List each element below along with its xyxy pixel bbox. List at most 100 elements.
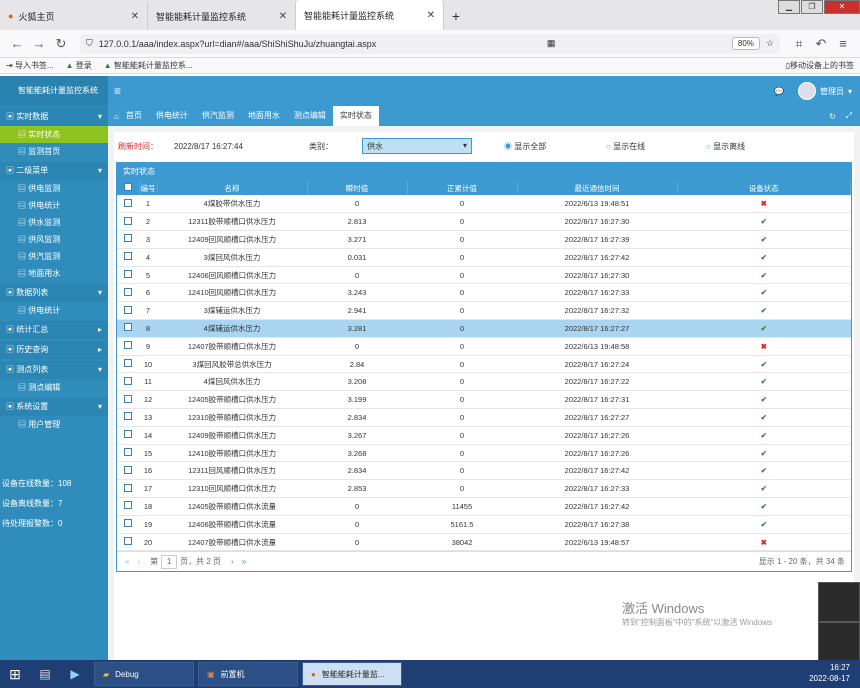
taskbar-item[interactable]: ▰ Debug: [94, 662, 194, 686]
page-input[interactable]: 1: [161, 554, 178, 569]
radio-offline[interactable]: ○ 显示离线: [706, 141, 745, 152]
powershell-icon[interactable]: ▶: [60, 667, 90, 681]
server-manager-icon[interactable]: ▤: [30, 667, 60, 681]
table-row[interactable]: 10 3煤回风胶带总供水压力 2.84 0 2022/8/17 16:27:24 ✔: [117, 355, 851, 374]
page-tab[interactable]: 测点编辑: [287, 106, 333, 126]
header-checkbox[interactable]: [117, 181, 140, 195]
table-row[interactable]: 4 3煤回风供水压力 0.031 0 2022/8/17 16:27:42 ✔: [117, 248, 851, 267]
refresh-icon[interactable]: ↻: [829, 112, 836, 121]
url-bar[interactable]: ⛉ 127.0.0.1/aaa/index.aspx?url=dian#/aaa…: [80, 33, 780, 54]
prev-page-icon[interactable]: ‹: [137, 557, 140, 566]
back-icon[interactable]: ←: [6, 36, 28, 51]
sidebar-item[interactable]: ▤ 供汽监测: [0, 248, 108, 265]
page-tab[interactable]: 首页: [119, 106, 149, 126]
row-checkbox[interactable]: [117, 248, 139, 267]
row-checkbox[interactable]: [117, 301, 139, 321]
sidebar-section[interactable]: ▣ 测点列表 ▾: [0, 361, 108, 379]
sidebar-item[interactable]: ▤ 供水监测: [0, 214, 108, 231]
table-row[interactable]: 11 4煤回风供水压力 3.208 0 2022/8/17 16:27:22 ✔: [117, 372, 851, 392]
restore-button[interactable]: ❐: [801, 0, 823, 14]
first-page-icon[interactable]: «: [125, 557, 129, 566]
close-window-button[interactable]: ✕: [824, 0, 860, 14]
table-row[interactable]: 16 12311回风顺槽口供水压力 2.834 0 2022/8/17 16:27:42…: [117, 461, 851, 481]
row-checkbox[interactable]: [117, 355, 139, 374]
bookmark-system[interactable]: ▲ 智能能耗计量监控系...: [104, 60, 193, 71]
table-row[interactable]: 14 12409胶带顺槽口供水压力 3.267 0 2022/8/17 16:27:26…: [117, 426, 851, 445]
side-widget[interactable]: [818, 582, 860, 622]
qr-icon[interactable]: ▦: [547, 38, 556, 49]
radio-all[interactable]: ◉ 显示全部: [504, 141, 546, 152]
sidebar-section[interactable]: ▣ 统计汇总 ▸: [0, 321, 108, 339]
table-row[interactable]: 7 3煤辅运供水压力 2.941 0 2022/8/17 16:27:32 ✔: [117, 301, 851, 321]
table-row[interactable]: 20 12407胶带顺槽口供水流量 0 38042 2022/6/13 19:48:57…: [117, 533, 851, 552]
side-widget[interactable]: [818, 622, 860, 662]
table-row[interactable]: 3 12409回风顺槽口供水压力 3.271 0 2022/8/17 16:27:39 ✔: [117, 230, 851, 249]
row-checkbox[interactable]: [117, 372, 139, 392]
sidebar-item[interactable]: ▤ 用户管理: [0, 416, 108, 433]
browser-tab[interactable]: ● 火狐主页 ✕: [0, 2, 148, 30]
row-checkbox[interactable]: [117, 479, 139, 499]
row-checkbox[interactable]: [117, 426, 139, 445]
bookmark-import[interactable]: ⇥ 导入书签...: [6, 60, 54, 71]
close-tab-icon[interactable]: ✕: [131, 11, 139, 22]
category-select[interactable]: 供水 ▾: [362, 138, 472, 154]
row-checkbox[interactable]: [117, 195, 139, 214]
taskbar-item-active[interactable]: ● 智能能耗计量监...: [302, 662, 402, 686]
system-clock[interactable]: 16:27 2022-08-17: [809, 662, 850, 684]
fullscreen-icon[interactable]: ⤢: [846, 111, 852, 121]
sidebar-section[interactable]: ▣ 二级菜单 ▾: [0, 162, 108, 180]
row-checkbox[interactable]: [117, 408, 139, 427]
hamburger-icon[interactable]: ≡: [114, 84, 121, 98]
sidebar-section[interactable]: ▣ 系统设置 ▾: [0, 398, 108, 416]
row-checkbox[interactable]: [117, 515, 139, 534]
sidebar-item[interactable]: ▤ 测点编辑: [0, 379, 108, 396]
new-tab-button[interactable]: +: [444, 2, 468, 30]
table-row[interactable]: 8 4煤辅运供水压力 3.281 0 2022/8/17 16:27:27 ✔: [117, 319, 851, 338]
minimize-button[interactable]: ▁: [778, 0, 800, 14]
row-checkbox[interactable]: [117, 212, 139, 232]
row-checkbox[interactable]: [117, 283, 139, 303]
table-row[interactable]: 13 12310胶带顺槽口供水压力 2.834 0 2022/8/17 16:27:27…: [117, 408, 851, 427]
last-page-icon[interactable]: »: [242, 557, 246, 566]
sidebar-item[interactable]: ▤ 地面用水: [0, 265, 108, 282]
browser-tab-active[interactable]: 智能能耗计量监控系统 ✕: [296, 0, 444, 30]
browser-tab[interactable]: 智能能耗计量监控系统 ✕: [148, 2, 296, 30]
sidebar-section[interactable]: ▣ 数据列表 ▾: [0, 284, 108, 302]
start-button-icon[interactable]: ⊞: [0, 666, 30, 683]
page-tab[interactable]: 地面用水: [241, 106, 287, 126]
table-row[interactable]: 1 4煤胶带供水压力 0 0 2022/6/13 19:48:51 ✖: [117, 195, 851, 214]
row-checkbox[interactable]: [117, 266, 139, 285]
table-row[interactable]: 5 12406回风顺槽口供水压力 0 0 2022/8/17 16:27:30 ✔: [117, 266, 851, 285]
sidebar-item[interactable]: ▤ 实时状态: [0, 126, 108, 143]
sidebar-section[interactable]: ▣ 实时数据 ▾: [0, 108, 108, 126]
row-checkbox[interactable]: [117, 497, 139, 516]
taskbar-item[interactable]: ▣ 前置机: [198, 662, 298, 686]
row-checkbox[interactable]: [117, 337, 139, 356]
forward-icon[interactable]: →: [28, 36, 50, 51]
page-tab[interactable]: 实时状态: [332, 106, 379, 126]
undo-icon[interactable]: ↶: [810, 36, 832, 52]
page-tab[interactable]: 供电统计: [149, 106, 195, 126]
row-checkbox[interactable]: [117, 461, 139, 481]
sidebar-item[interactable]: ▤ 供电统计: [0, 302, 108, 319]
admin-menu[interactable]: 💬 管理员 ▾: [774, 82, 852, 100]
table-row[interactable]: 6 12410回风顺槽口供水压力 3.243 0 2022/8/17 16:27:33 ✔: [117, 283, 851, 303]
radio-online[interactable]: ○ 显示在线: [606, 141, 645, 152]
chat-icon[interactable]: 💬: [774, 87, 784, 96]
sidebar-section[interactable]: ▣ 历史查询 ▸: [0, 341, 108, 359]
zoom-level[interactable]: 80%: [731, 37, 760, 50]
reload-icon[interactable]: ↻: [50, 36, 72, 52]
menu-icon[interactable]: ≡: [832, 36, 854, 51]
row-checkbox[interactable]: [117, 230, 139, 249]
close-tab-icon[interactable]: ✕: [279, 11, 287, 22]
sidebar-item[interactable]: ▤ 供电统计: [0, 197, 108, 214]
row-checkbox[interactable]: [117, 444, 139, 463]
sidebar-item[interactable]: ▤ 供风监测: [0, 231, 108, 248]
sidebar-item[interactable]: ▤ 供电监测: [0, 180, 108, 197]
table-row[interactable]: 9 12407胶带顺槽口供水压力 0 0 2022/6/13 19:48:58 ✖: [117, 337, 851, 356]
row-checkbox[interactable]: [117, 319, 139, 338]
table-row[interactable]: 19 12406胶带顺槽口供水流量 0 5161.5 2022/8/17 16:27:3…: [117, 515, 851, 534]
sidebar-item[interactable]: ▤ 监测首页: [0, 143, 108, 160]
bookmark-login[interactable]: ▲ 登录: [66, 60, 92, 71]
bookmark-star-icon[interactable]: ☆: [766, 38, 774, 49]
